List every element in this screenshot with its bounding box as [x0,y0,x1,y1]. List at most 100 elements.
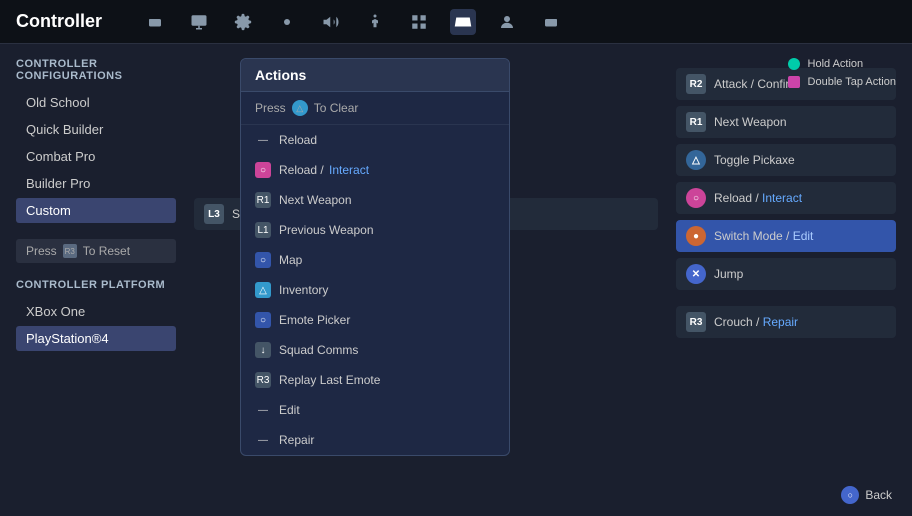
reset-action: To Reset [83,244,130,258]
jump-icon: ✕ [686,264,706,284]
back-icon: ○ [841,486,859,504]
item-icon-none: — [255,402,271,418]
dropdown-item-reload[interactable]: — Reload [241,125,509,155]
nav-settings[interactable] [230,9,256,35]
next-weapon-label: Next Weapon [714,115,787,129]
dropdown-item-map[interactable]: ○ Map [241,245,509,275]
back-label: Back [865,488,892,502]
item-icon-r1: R1 [255,192,271,208]
config-custom[interactable]: Custom [16,198,176,223]
item-label: Reload / Interact [279,163,495,177]
item-icon-none: — [255,132,271,148]
dropdown-item-squad-comms[interactable]: ↓ Squad Comms [241,335,509,365]
item-icon-none: — [255,432,271,448]
binding-crouch[interactable]: R3 Crouch / Repair [676,306,896,338]
reload-interact-label: Reload / Interact [714,191,802,205]
reload-interact-icon: ○ [686,188,706,208]
item-icon-l1: L1 [255,222,271,238]
toggle-pickaxe-label: Toggle Pickaxe [714,153,795,167]
sprint-icon: L3 [204,204,224,224]
item-label: Squad Comms [279,343,495,357]
dropdown-press-clear: Press △ To Clear [241,92,509,125]
press-clear-text: Press [255,101,286,115]
item-label: Emote Picker [279,313,495,327]
nav-accessibility[interactable] [362,9,388,35]
config-builder-pro[interactable]: Builder Pro [16,171,176,196]
toggle-pickaxe-icon: △ [686,150,706,170]
dropdown-item-edit[interactable]: — Edit [241,395,509,425]
item-label: Replay Last Emote [279,373,495,387]
press-clear-action: To Clear [314,101,359,115]
switch-mode-icon: ● [686,226,706,246]
item-icon-circle: ○ [255,312,271,328]
item-icon-square: ○ [255,162,271,178]
config-quick-builder[interactable]: Quick Builder [16,117,176,142]
platform-ps4[interactable]: PlayStation®4 [16,326,176,351]
next-weapon-icon: R1 [686,112,706,132]
nav-audio[interactable] [318,9,344,35]
right-lower-bindings: R3 Crouch / Repair [676,306,896,338]
main-content: Controller Configurations Old School Qui… [0,44,912,516]
legend-hold: Hold Action [788,58,896,70]
dropdown-item-reload-interact[interactable]: ○ Reload / Interact [241,155,509,185]
dropdown-item-repair[interactable]: — Repair [241,425,509,455]
nav-brightness[interactable] [274,9,300,35]
item-label: Repair [279,433,495,447]
item-label: Map [279,253,495,267]
back-button[interactable]: ○ Back [841,486,892,504]
crouch-label: Crouch / Repair [714,315,798,329]
switch-mode-label: Switch Mode / Edit [714,229,813,243]
item-label: Previous Weapon [279,223,495,237]
config-list: Old School Quick Builder Combat Pro Buil… [16,90,176,223]
config-section-title: Controller Configurations [16,58,176,82]
nav-controller[interactable] [450,9,476,35]
press-reset-label: Press [26,244,57,258]
platform-list: XBox One PlayStation®4 [16,299,176,351]
center-panel: Actions Press △ To Clear — Reload ○ Relo… [190,58,662,502]
app-title: Controller [16,11,102,32]
platform-section-title: Controller Platform [16,279,176,291]
press-reset-row[interactable]: Press R3 To Reset [16,239,176,263]
legend-double-tap-dot [788,76,800,88]
config-combat-pro[interactable]: Combat Pro [16,144,176,169]
dropdown-list[interactable]: — Reload ○ Reload / Interact R1 Next Wea… [241,125,509,455]
item-icon-circle: ○ [255,252,271,268]
dropdown-title: Actions [241,59,509,92]
right-panel: Hold Action Double Tap Action R2 Attack … [676,58,896,502]
nav-icons [142,9,564,35]
reset-icon: R3 [63,244,77,258]
item-icon-down: ↓ [255,342,271,358]
legend-double-tap-label: Double Tap Action [808,76,896,88]
item-label: Next Weapon [279,193,495,207]
legend-hold-label: Hold Action [808,58,864,70]
binding-jump[interactable]: ✕ Jump [676,258,896,290]
nav-r1[interactable] [538,9,564,35]
dropdown-item-emote-picker[interactable]: ○ Emote Picker [241,305,509,335]
nav-profile[interactable] [494,9,520,35]
top-bar: Controller [0,0,912,44]
dropdown-item-next-weapon[interactable]: R1 Next Weapon [241,185,509,215]
press-clear-icon: △ [292,100,308,116]
attack-icon: R2 [686,74,706,94]
binding-reload-interact[interactable]: ○ Reload / Interact [676,182,896,214]
dropdown-item-prev-weapon[interactable]: L1 Previous Weapon [241,215,509,245]
nav-grid[interactable] [406,9,432,35]
legend-hold-dot [788,58,800,70]
crouch-icon: R3 [686,312,706,332]
config-old-school[interactable]: Old School [16,90,176,115]
legend-double-tap: Double Tap Action [788,76,896,88]
jump-label: Jump [714,267,743,281]
platform-xbox[interactable]: XBox One [16,299,176,324]
nav-l1[interactable] [142,9,168,35]
dropdown-item-replay-emote[interactable]: R3 Replay Last Emote [241,365,509,395]
left-panel: Controller Configurations Old School Qui… [16,58,176,502]
dropdown-item-inventory[interactable]: △ Inventory [241,275,509,305]
item-label: Reload [279,133,495,147]
binding-next-weapon[interactable]: R1 Next Weapon [676,106,896,138]
binding-switch-mode[interactable]: ● Switch Mode / Edit [676,220,896,252]
item-icon-r1: R3 [255,372,271,388]
nav-monitor[interactable] [186,9,212,35]
binding-toggle-pickaxe[interactable]: △ Toggle Pickaxe [676,144,896,176]
legend: Hold Action Double Tap Action [788,58,896,88]
item-icon-tri: △ [255,282,271,298]
